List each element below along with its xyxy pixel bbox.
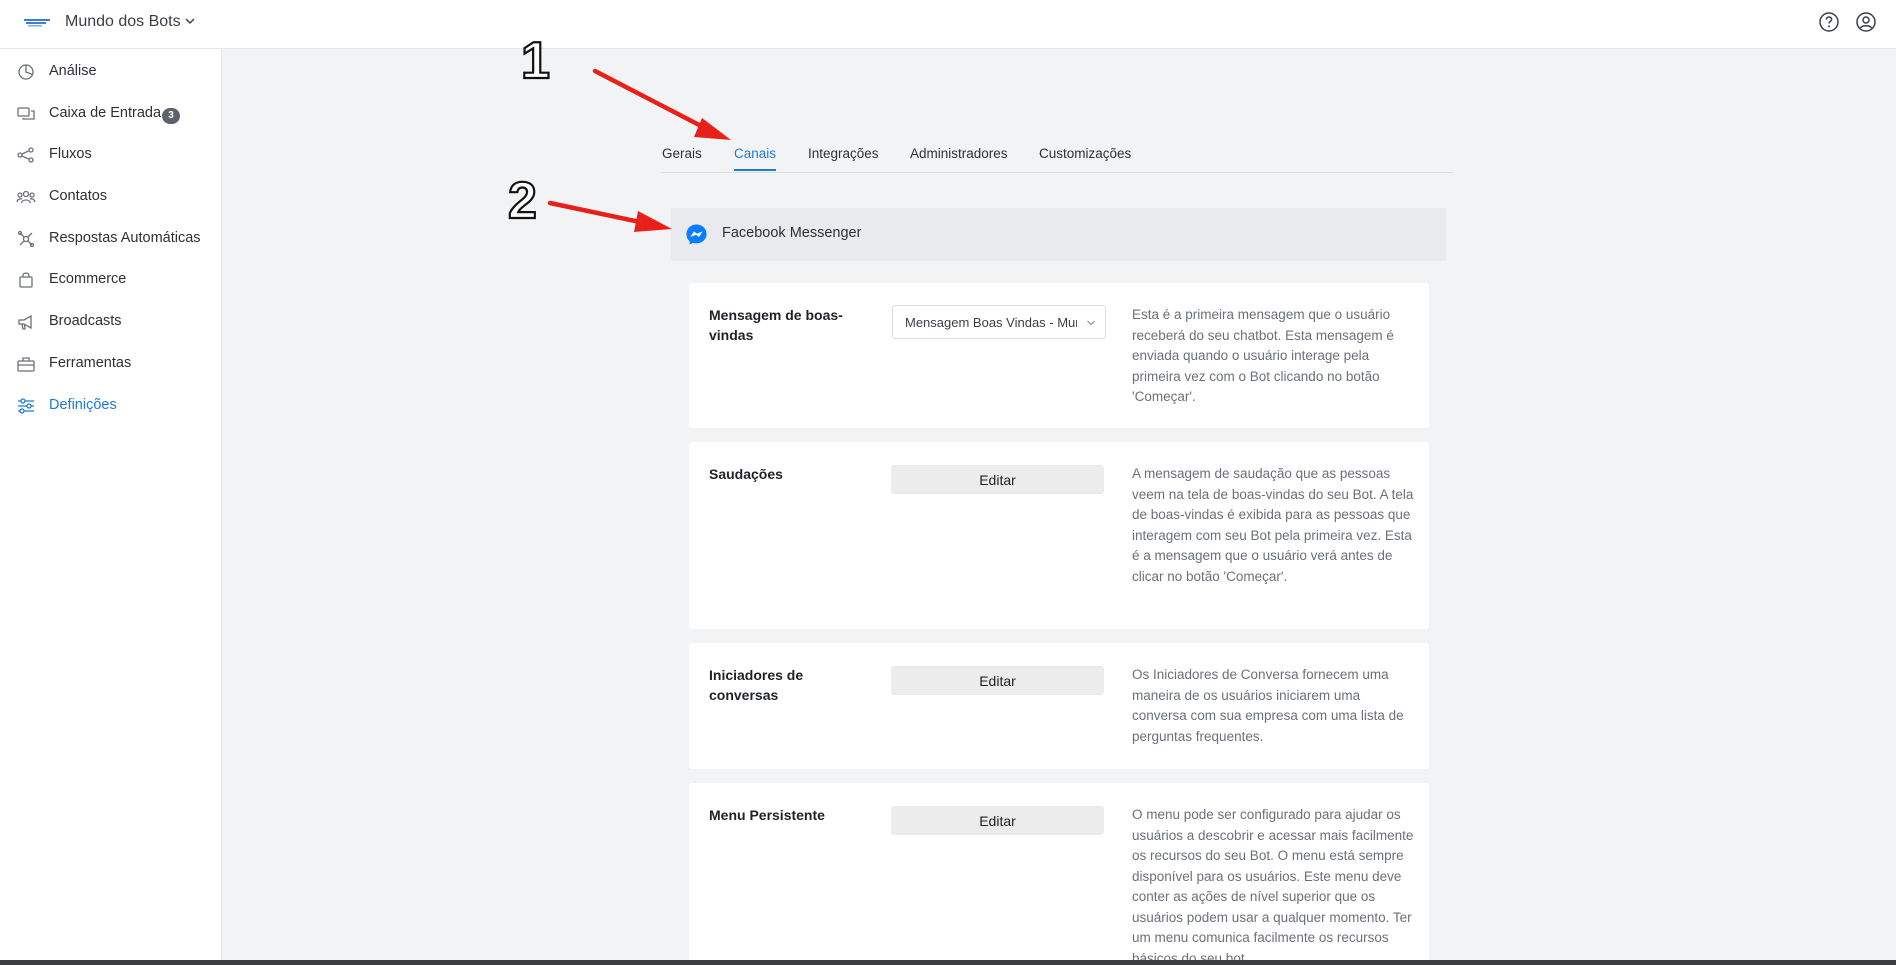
sidebar-item-respostas-automaticas[interactable]: Respostas Automáticas [0, 219, 221, 259]
sidebar-item-caixa-de-entrada[interactable]: Caixa de Entrada 3 [0, 94, 221, 134]
sidebar-item-label: Definições [49, 397, 117, 413]
logo-icon[interactable] [24, 16, 50, 28]
sidebar-item-fluxos[interactable]: Fluxos [0, 135, 221, 175]
pie-chart-icon [18, 64, 34, 80]
arrow-2 [547, 200, 672, 232]
card-description: A mensagem de saudação que as pessoas ve… [1132, 466, 1414, 584]
horizontal-scrollbar[interactable] [0, 960, 1896, 965]
card-description: O menu pode ser configurado para ajudar … [1132, 807, 1414, 965]
tab-gerais[interactable]: Gerais [662, 146, 702, 169]
sidebar-item-label: Ecommerce [49, 271, 127, 287]
chevron-down-icon [1087, 320, 1095, 326]
select-value: Mensagem Boas Vindas - Mundo dos Bots [905, 315, 1077, 330]
top-bar: Mundo dos Bots [0, 0, 1896, 49]
sidebar-item-label: Respostas Automáticas [49, 230, 201, 246]
sidebar-item-ferramentas[interactable]: Ferramentas [0, 344, 221, 384]
card-description: Esta é a primeira mensagem que o usuário… [1132, 307, 1394, 404]
toolbox-icon [17, 357, 35, 372]
edit-greetings-button[interactable]: Editar [891, 465, 1104, 494]
sidebar-item-label: Análise [49, 63, 97, 79]
edit-persistent-menu-button[interactable]: Editar [891, 806, 1104, 835]
help-icon[interactable] [1818, 11, 1840, 33]
user-account-icon[interactable] [1855, 11, 1877, 33]
megaphone-icon [18, 314, 32, 330]
card-title: Iniciadores de conversas [709, 667, 804, 703]
edit-conversation-starters-button[interactable]: Editar [891, 666, 1104, 695]
chevron-down-icon[interactable] [183, 14, 197, 28]
card-title: Menu Persistente [709, 807, 825, 823]
tab-integracoes[interactable]: Integrações [808, 146, 879, 169]
sidebar-item-label: Broadcasts [49, 313, 122, 329]
card-title: Saudações [709, 466, 783, 482]
contacts-icon [16, 190, 36, 204]
welcome-message-select[interactable]: Mensagem Boas Vindas - Mundo dos Bots [892, 305, 1106, 339]
workspace-name[interactable]: Mundo dos Bots [65, 13, 181, 31]
sidebar-item-definicoes[interactable]: Definições [0, 386, 221, 426]
marker-2: 2 [508, 172, 537, 230]
flow-icon [17, 147, 34, 163]
channel-header[interactable]: Facebook Messenger [671, 208, 1446, 261]
sidebar-item-analise[interactable]: Análise [0, 52, 221, 92]
chat-icon [17, 107, 35, 120]
card-description: Os Iniciadores de Conversa fornecem uma … [1132, 667, 1404, 744]
sidebar-item-label: Ferramentas [49, 355, 132, 371]
shopping-bag-icon [19, 272, 33, 288]
sidebar-item-contatos[interactable]: Contatos [0, 177, 221, 217]
sidebar: Análise Caixa de Entrada 3 Fluxos Contat… [0, 49, 222, 965]
sidebar-item-label: Caixa de Entrada [49, 105, 162, 121]
auto-reply-icon [17, 230, 35, 248]
greetings-card: Saudações Editar A mensagem de saudação … [689, 442, 1429, 629]
sidebar-item-broadcasts[interactable]: Broadcasts [0, 302, 221, 342]
card-title: Mensagem de boas-vindas [709, 307, 843, 343]
sliders-icon [18, 398, 34, 414]
conversation-starters-card: Iniciadores de conversas Editar Os Inici… [689, 643, 1429, 769]
messenger-icon [686, 224, 707, 245]
settings-tabs: Gerais Canais Integrações Administradore… [662, 140, 1454, 173]
sidebar-item-label: Fluxos [49, 146, 92, 162]
channel-title: Facebook Messenger [722, 225, 862, 241]
unread-count-badge: 3 [162, 108, 180, 124]
arrow-1 [592, 68, 731, 140]
welcome-message-card: Mensagem de boas-vindas Mensagem Boas Vi… [689, 283, 1429, 428]
tab-customizacoes[interactable]: Customizações [1039, 146, 1131, 169]
sidebar-item-ecommerce[interactable]: Ecommerce [0, 260, 221, 300]
sidebar-item-label: Contatos [49, 188, 108, 204]
persistent-menu-card: Menu Persistente Editar O menu pode ser … [689, 783, 1429, 965]
tab-administradores[interactable]: Administradores [910, 146, 1008, 169]
tab-canais[interactable]: Canais [734, 146, 777, 171]
